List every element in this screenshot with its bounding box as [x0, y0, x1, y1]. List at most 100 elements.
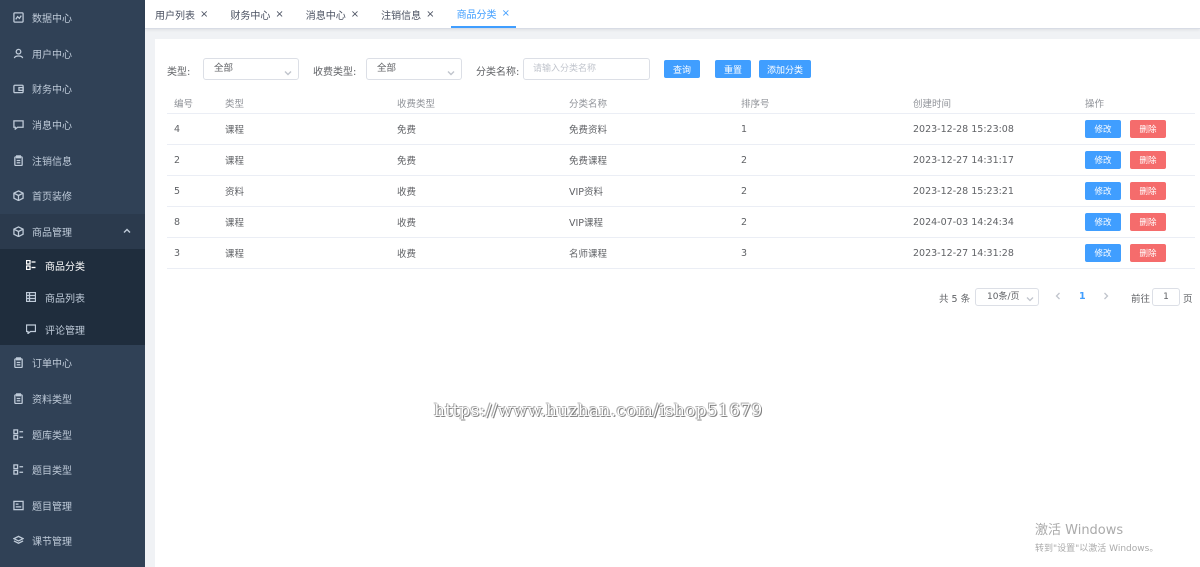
sidebar-item-label: 订单中心 — [32, 359, 72, 371]
table-row: 2 课程 免费 免费课程 2 2023-12-27 14:31:17 修改 删除 — [167, 145, 1195, 176]
sidebar-item-label: 消息中心 — [32, 121, 72, 133]
cell-id: 3 — [174, 247, 181, 259]
clipboard-icon — [12, 393, 24, 405]
sidebar-item-cancel-info[interactable]: 注销信息 — [0, 142, 145, 178]
sidebar-item-goods-list[interactable]: 商品列表 — [0, 281, 145, 313]
sidebar-item-finance-center[interactable]: 财务中心 — [0, 71, 145, 107]
sidebar-item-data-center[interactable]: 数据中心 — [0, 0, 145, 36]
sidebar-item-message-center[interactable]: 消息中心 — [0, 107, 145, 143]
sidebar-item-label: 财务中心 — [32, 85, 72, 97]
type-select[interactable]: 全部 — [203, 58, 299, 80]
tab-user-list[interactable]: 用户列表 × — [149, 0, 214, 28]
edit-button[interactable]: 修改 — [1085, 182, 1121, 200]
close-icon[interactable]: × — [426, 9, 434, 20]
cell-fee-type: 免费 — [397, 156, 417, 167]
main-card: 类型: 全部 收费类型: 全部 分类名称: 查询 重置 添加分类 编号 类型 收… — [155, 39, 1200, 567]
tab-label: 商品分类 — [456, 9, 497, 21]
sidebar-item-question-management[interactable]: 题目管理 — [0, 488, 145, 524]
cell-sort: 3 — [741, 247, 748, 259]
activation-subtitle: 转到"设置"以激活 Windows。 — [1035, 544, 1159, 554]
sidebar-item-goods-category[interactable]: 商品分类 — [0, 249, 145, 281]
watermark-text: https://www.huzhan.com/ishop51679 — [434, 401, 763, 421]
chevron-up-icon — [123, 227, 131, 235]
tab-cancel-info[interactable]: 注销信息 × — [375, 0, 440, 28]
add-category-button[interactable]: 添加分类 — [759, 60, 811, 78]
sidebar-item-label: 商品列表 — [45, 293, 85, 305]
query-button[interactable]: 查询 — [664, 60, 700, 78]
wallet-icon — [12, 83, 24, 95]
close-icon[interactable]: × — [275, 9, 283, 20]
page-number-current[interactable]: 1 — [1079, 291, 1086, 302]
sidebar-item-question-type[interactable]: 题目类型 — [0, 452, 145, 488]
pagination: 共 5 条 10条/页 1 前往 1 页 — [155, 288, 1200, 306]
sidebar-item-question-bank-type[interactable]: 题库类型 — [0, 416, 145, 452]
sidebar-item-material-type[interactable]: 资料类型 — [0, 381, 145, 417]
col-header-sort: 排序号 — [741, 98, 770, 110]
close-icon[interactable]: × — [200, 9, 208, 20]
tab-finance-center[interactable]: 财务中心 × — [224, 0, 289, 28]
fee-type-select-value: 全部 — [377, 63, 397, 74]
sidebar-item-label: 数据中心 — [32, 14, 72, 26]
tab-goods-category[interactable]: 商品分类 × — [450, 0, 516, 28]
delete-button[interactable]: 删除 — [1130, 244, 1166, 262]
sidebar-item-label: 题目管理 — [32, 501, 72, 513]
cell-category-name: VIP课程 — [569, 218, 604, 229]
layers-icon — [12, 535, 24, 547]
edit-button[interactable]: 修改 — [1085, 151, 1121, 169]
delete-button[interactable]: 删除 — [1130, 182, 1166, 200]
activation-title: 激活 Windows — [1035, 523, 1124, 538]
delete-button[interactable]: 删除 — [1130, 213, 1166, 231]
page-size-value: 10条/页 — [987, 292, 1020, 302]
grid-icon — [12, 464, 24, 476]
goods-submenu: 商品分类 商品列表 评论管理 — [0, 249, 145, 346]
sidebar-item-order-center[interactable]: 订单中心 — [0, 345, 145, 381]
cell-type: 课程 — [225, 218, 245, 229]
close-icon[interactable]: × — [502, 8, 510, 19]
sidebar-item-comment-management[interactable]: 评论管理 — [0, 313, 145, 345]
fee-type-select[interactable]: 全部 — [366, 58, 462, 80]
tab-message-center[interactable]: 消息中心 × — [300, 0, 365, 28]
chevron-left-icon[interactable] — [1053, 291, 1063, 301]
goto-page-input[interactable]: 1 — [1152, 288, 1180, 306]
cell-actions: 修改 删除 — [1078, 213, 1195, 231]
close-icon[interactable]: × — [351, 9, 359, 20]
sidebar-item-home-decoration[interactable]: 首页装修 — [0, 178, 145, 214]
page-size-select[interactable]: 10条/页 — [975, 288, 1039, 306]
box-icon — [12, 225, 24, 237]
sidebar-item-lesson-management[interactable]: 课节管理 — [0, 523, 145, 559]
cell-category-name: 免费课程 — [569, 156, 608, 167]
chart-line-icon — [12, 12, 24, 24]
edit-button[interactable]: 修改 — [1085, 213, 1121, 231]
delete-button[interactable]: 删除 — [1130, 151, 1166, 169]
sidebar-item-label: 评论管理 — [45, 325, 85, 337]
edit-button[interactable]: 修改 — [1085, 244, 1121, 262]
cell-fee-type: 收费 — [397, 249, 417, 260]
chevron-right-icon[interactable] — [1101, 291, 1111, 301]
grid-icon — [12, 428, 24, 440]
sidebar: 数据中心 用户中心 财务中心 消息中心 注销信息 首页装修 商品管理 商品分类 … — [0, 0, 145, 567]
category-name-input[interactable] — [523, 58, 650, 80]
sidebar-item-label: 题库类型 — [32, 430, 72, 442]
sidebar-item-label: 用户中心 — [32, 49, 72, 61]
edit-button[interactable]: 修改 — [1085, 120, 1121, 138]
reset-button[interactable]: 重置 — [715, 60, 751, 78]
table-row: 3 课程 收费 名师课程 3 2023-12-27 14:31:28 修改 删除 — [167, 238, 1195, 269]
cell-sort: 2 — [741, 185, 748, 197]
pagination-total: 共 5 条 — [939, 294, 971, 305]
category-table: 编号 类型 收费类型 分类名称 排序号 创建时间 操作 4 课程 免费 免费资料… — [167, 92, 1195, 269]
chevron-down-icon — [447, 65, 455, 76]
sidebar-item-goods-management[interactable]: 商品管理 — [0, 213, 145, 250]
delete-button[interactable]: 删除 — [1130, 120, 1166, 138]
cell-id: 5 — [174, 185, 181, 197]
cell-actions: 修改 删除 — [1078, 244, 1195, 262]
col-header-fee-type: 收费类型 — [397, 98, 436, 110]
tab-label: 消息中心 — [305, 10, 346, 22]
cell-id: 2 — [174, 154, 181, 166]
sidebar-item-label: 注销信息 — [32, 156, 72, 168]
cell-sort: 2 — [741, 154, 748, 166]
list-icon — [12, 499, 24, 511]
category-name-label: 分类名称: — [476, 67, 520, 78]
cell-category-name: VIP资料 — [569, 187, 604, 198]
cell-sort: 2 — [741, 216, 748, 228]
sidebar-item-user-center[interactable]: 用户中心 — [0, 36, 145, 72]
